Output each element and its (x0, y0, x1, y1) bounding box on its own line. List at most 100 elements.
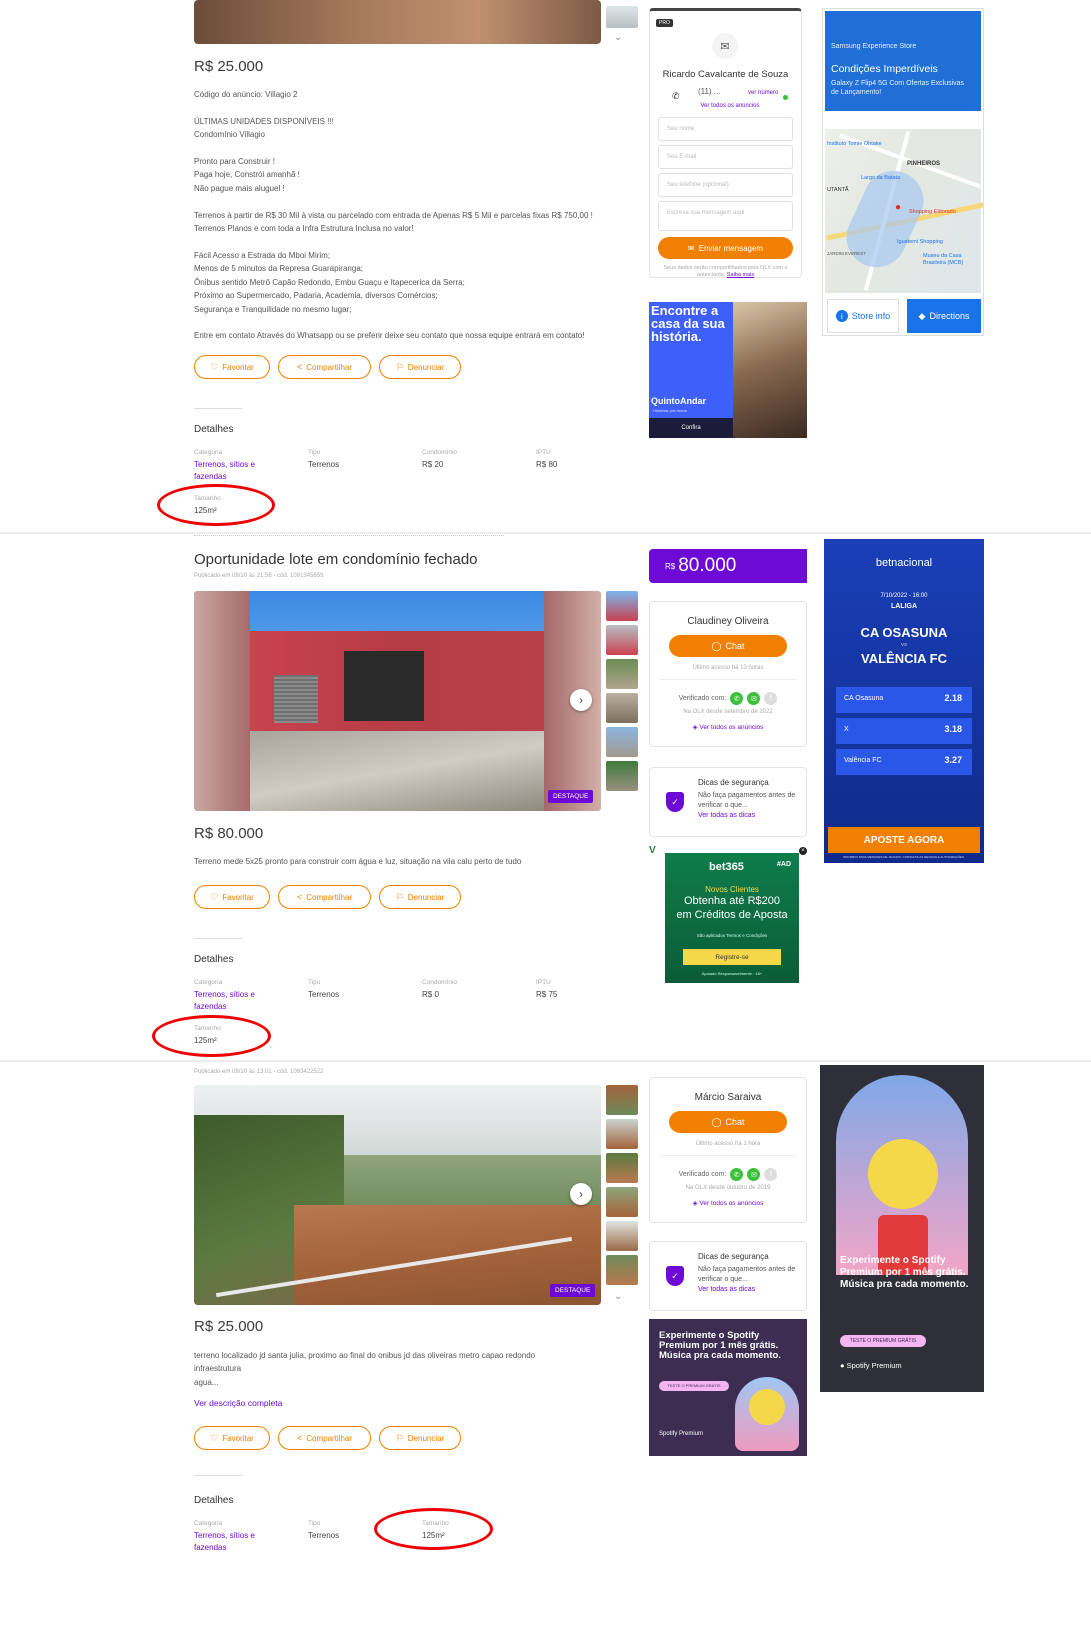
ad-spotify-small[interactable]: Experimente o Spotify Premium por 1 mês … (649, 1319, 807, 1456)
detail-type: Tipo Terrenos (308, 979, 340, 999)
chat-button[interactable]: ◯ Chat (669, 635, 787, 657)
chat-icon: ◯ (711, 640, 722, 651)
detail-iptu: IPTU R$ 75 (536, 979, 558, 999)
all-tips-link[interactable]: Ver todas as dicas (698, 811, 802, 821)
thumbnail[interactable] (606, 727, 638, 757)
verified-with: Verificado com: ✆ ✉ f (650, 1168, 806, 1181)
odds-row[interactable]: X 3.18 (836, 718, 972, 744)
store-info-button[interactable]: i Store info (827, 299, 899, 333)
ad-bet365[interactable]: V × bet365 #AD Novos Clientes Obtenha at… (649, 845, 807, 987)
seller-contact-card: PRO ✉ Ricardo Cavalcante de Souza ✆ (11)… (649, 8, 802, 278)
share-button[interactable]: < Compartilhar (278, 1426, 371, 1450)
facebook-icon: f (764, 1168, 778, 1181)
published-date: Publicado em 08/10 às 21:58 - cód. 10913… (194, 573, 324, 579)
envelope-icon: ✉ (712, 33, 738, 59)
next-photo-button[interactable]: › (570, 1183, 592, 1205)
thumbnail-strip (606, 591, 638, 795)
thumbnail[interactable] (606, 6, 638, 28)
thumbnail[interactable] (606, 1119, 638, 1149)
share-icon: < (296, 362, 303, 372)
thumbnail[interactable] (606, 1187, 638, 1217)
name-input[interactable]: Seu nome (658, 117, 793, 141)
thumbnail[interactable] (606, 1255, 638, 1285)
next-photo-button[interactable]: › (570, 689, 592, 711)
category-link[interactable]: Terrenos, sítios e fazendas (194, 989, 266, 1013)
seller-card: Claudiney Oliveira ◯ Chat Último acesso h… (649, 601, 807, 747)
thumbnail[interactable] (606, 659, 638, 689)
report-button[interactable]: ⚐ Denunciar (379, 355, 461, 379)
chevron-down-icon[interactable]: ⌄ (614, 32, 622, 43)
show-number-link[interactable]: ver número (748, 89, 780, 97)
heart-icon: ♡ (210, 891, 219, 902)
online-dot (783, 95, 788, 100)
seller-name: Ricardo Cavalcante de Souza (662, 69, 789, 80)
listing-title: Oportunidade lote em condomínio fechado (194, 551, 478, 568)
share-button[interactable]: < Compartilhar (278, 355, 371, 379)
favorite-button[interactable]: ♡ Favoritar (194, 355, 270, 379)
ad-cta-button[interactable]: TESTE O PREMIUM GRÁTIS (840, 1335, 926, 1347)
close-icon[interactable]: × (799, 847, 807, 855)
layers-icon: ◈ (692, 724, 698, 731)
see-all-ads-link[interactable]: ◈ Ver todos os anúncios (650, 723, 806, 731)
map-pin-icon: ● (895, 202, 902, 213)
listing-photo[interactable] (194, 0, 601, 44)
thumbnail[interactable] (606, 625, 638, 655)
send-message-button[interactable]: ✉ Enviar mensagem (658, 237, 793, 259)
directions-button[interactable]: ◆ Directions (907, 299, 981, 333)
detail-type: Tipo Terrenos (308, 449, 340, 469)
see-all-ads-link[interactable]: ◈ Ver todos os anúncios (650, 1199, 806, 1207)
category-link[interactable]: Terrenos, sítios e fazendas (194, 459, 266, 483)
report-button[interactable]: ⚐ Denunciar (379, 1426, 461, 1450)
ad-betnacional[interactable]: betnacional 7/10/2022 - 16:00 LALIGA CA … (824, 539, 984, 863)
listing-photo[interactable] (194, 591, 601, 811)
thumbnail[interactable] (606, 1221, 638, 1251)
see-all-ads-link[interactable]: Ver todos os anúncios (680, 103, 780, 109)
verified-with: Verificado com: ✆ ✉ f (650, 692, 806, 705)
chevron-down-icon[interactable]: ⌄ (614, 1291, 622, 1302)
bet-now-button[interactable]: APOSTE AGORA (828, 827, 980, 853)
chat-button[interactable]: ◯ Chat (669, 1111, 787, 1133)
map-view[interactable]: Instituto Tomie Ohtake PINHEIROS Largo d… (825, 129, 983, 293)
panel-divider (0, 1060, 1091, 1062)
share-button[interactable]: < Compartilhar (278, 885, 371, 909)
ad-spotify-big[interactable]: Experimente o Spotify Premium por 1 mês … (820, 1065, 984, 1392)
phone-verified-icon: ✆ (730, 1168, 744, 1181)
favorite-button[interactable]: ♡ Favoritar (194, 885, 270, 909)
odds-row[interactable]: CA Osasuna 2.18 (836, 687, 972, 713)
phone-input[interactable]: Seu telefone (opcional) (658, 173, 793, 197)
message-input[interactable]: Escreva sua mensagem aqui (658, 201, 793, 231)
layers-icon: ◈ (692, 1200, 698, 1207)
flag-icon: ⚐ (395, 361, 404, 372)
thumbnail[interactable] (606, 1085, 638, 1115)
seller-card: Márcio Saraiva ◯ Chat Último acesso há 1 … (649, 1077, 807, 1223)
action-buttons: ♡ Favoritar < Compartilhar ⚐ Denunciar (194, 885, 461, 909)
ad-photo (733, 302, 807, 438)
see-full-description-link[interactable]: Ver descrição completa (194, 1398, 282, 1408)
thumbnail[interactable] (606, 693, 638, 723)
ad-brand: ● Spotify Premium (840, 1361, 902, 1370)
ad-samsung-map[interactable]: Samsung Experience Store Condições Imper… (822, 8, 984, 336)
listing-photo[interactable] (194, 1085, 601, 1305)
register-button[interactable]: Registre-se (683, 949, 781, 965)
ad-cta-button[interactable]: Confira (649, 418, 733, 438)
ad-quintoandar[interactable]: Encontre a casa da sua história. QuintoA… (649, 302, 807, 438)
thumbnail[interactable] (606, 591, 638, 621)
thumbnail[interactable] (606, 1153, 638, 1183)
thumbnail[interactable] (606, 761, 638, 791)
odds-row[interactable]: Valência FC 3.27 (836, 749, 972, 775)
listing-panel-1: ⌄ R$ 25.000 Código do anúncio: Villagio … (0, 0, 1091, 530)
all-tips-link[interactable]: Ver todas as dicas (698, 1285, 802, 1295)
highlight-circle (374, 1508, 493, 1550)
email-input[interactable]: Seu E-mail (658, 145, 793, 169)
listing-description: terreno localizado jd santa julia, proxi… (194, 1351, 536, 1387)
learn-more-link[interactable]: Saiba mais (727, 272, 754, 278)
thumbnail-strip (606, 6, 638, 32)
favorite-button[interactable]: ♡ Favoritar (194, 1426, 270, 1450)
report-button[interactable]: ⚐ Denunciar (379, 885, 461, 909)
seller-phone: (11) ... (698, 87, 721, 96)
seller-name: Claudiney Oliveira (687, 616, 769, 627)
flag-icon: ⚐ (395, 1432, 404, 1443)
category-link[interactable]: Terrenos, sítios e fazendas (194, 1530, 266, 1554)
ad-cta-button[interactable]: TESTE O PREMIUM GRÁTIS (659, 1381, 729, 1391)
highlight-badge: DESTAQUE (550, 1284, 596, 1297)
